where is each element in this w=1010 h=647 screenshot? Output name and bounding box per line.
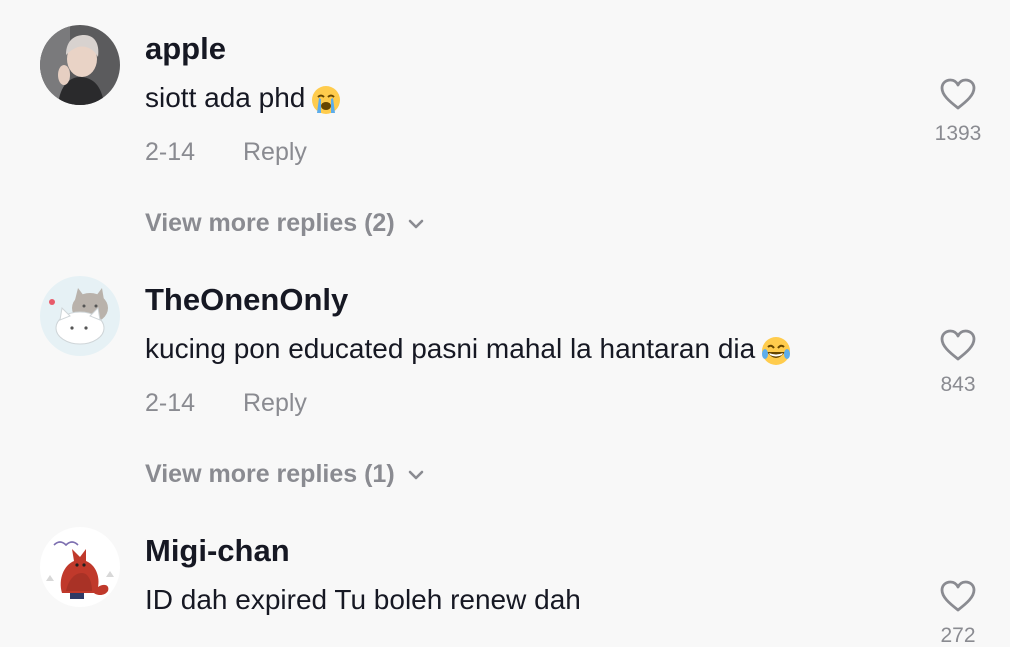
comment-item: Migi-chan ID dah expired Tu boleh renew … (0, 0, 1010, 646)
like-count: 272 (940, 624, 976, 647)
comment-username[interactable]: Migi-chan (145, 535, 290, 566)
comment-text-content: ID dah expired Tu boleh renew dah (145, 584, 581, 615)
like-control: 272 (928, 579, 988, 646)
heart-outline-icon[interactable] (939, 579, 977, 613)
avatar[interactable] (40, 527, 120, 607)
comment-text: ID dah expired Tu boleh renew dah (145, 586, 581, 614)
